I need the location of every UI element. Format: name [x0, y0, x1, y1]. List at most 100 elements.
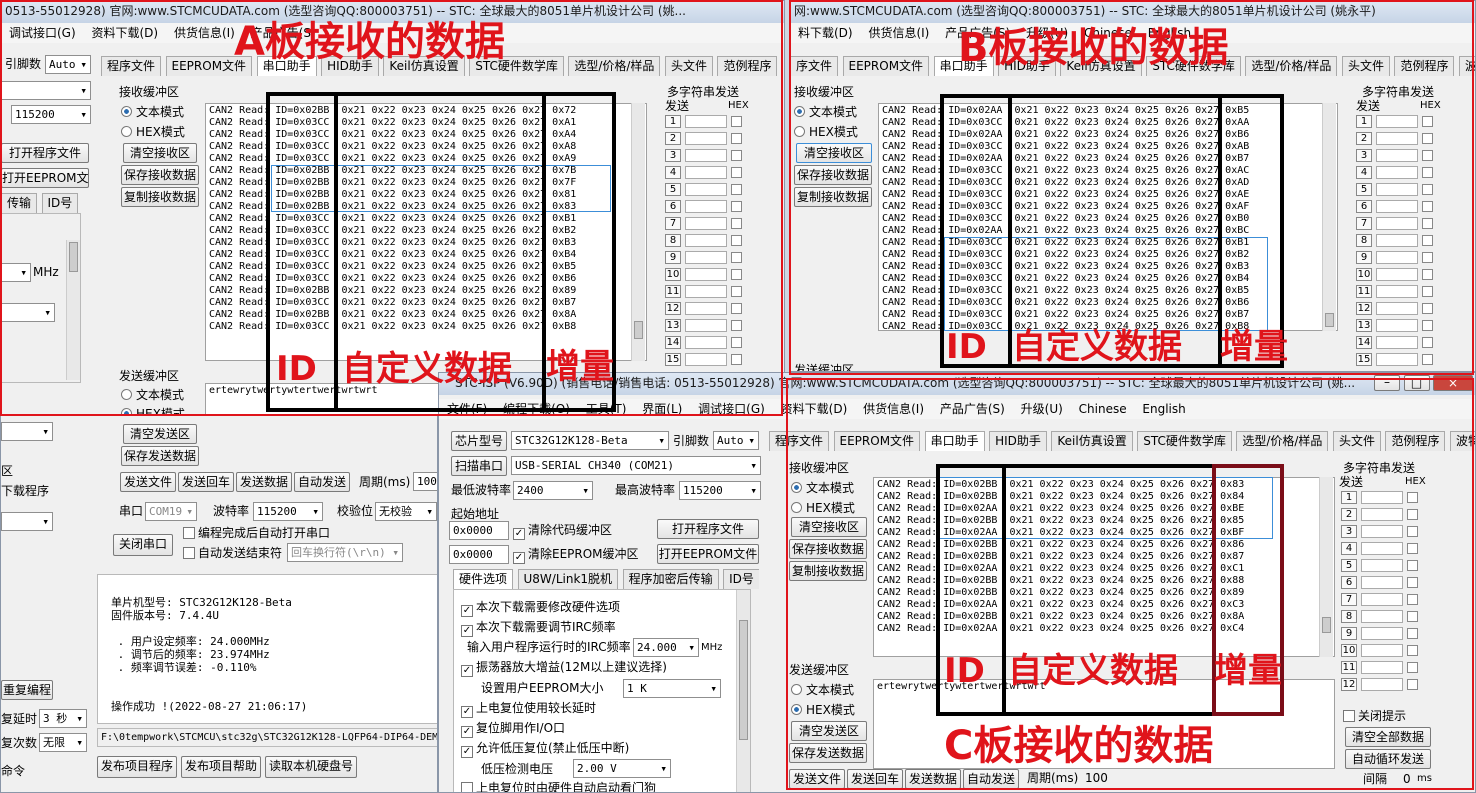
- auto-open-port-label: 编程完成后自动打开串口: [198, 526, 331, 540]
- com-port-select[interactable]: USB-SERIAL CH340 (COM21): [511, 456, 761, 475]
- info-line: [111, 622, 307, 635]
- hw-opt-watchdog[interactable]: 上电复位时由硬件自动启动看门狗: [461, 781, 657, 793]
- repeat-delay-label: 复延时: [1, 712, 38, 726]
- hw-opt-gain[interactable]: ✓ 振荡器放大增益(12M以上建议选择): [461, 660, 667, 677]
- send-return-button[interactable]: 发送回车: [178, 472, 234, 492]
- chip-model-select[interactable]: STC32G12K128-Beta: [511, 431, 669, 450]
- a-board-caption: A板接收的数据: [234, 19, 505, 65]
- hw-opt-irc[interactable]: ✓ 本次下载需要调节IRC频率: [461, 620, 616, 637]
- close-port-button[interactable]: 关闭串口: [113, 534, 173, 556]
- info-line: 单片机型号: STC32G12K128-Beta: [111, 596, 292, 609]
- scan-port-button[interactable]: 扫描串口: [451, 456, 507, 476]
- publish-program-button[interactable]: 发布项目程序: [97, 756, 177, 778]
- baud-label: 波特率: [213, 504, 250, 518]
- window-board-a-lower: 清空发送区 保存发送数据 发送文件 发送回车 发送数据 自动发送 周期(ms) …: [0, 416, 438, 793]
- info-line: . 频率调节误差: -0.110%: [111, 661, 257, 674]
- a-inc-caption: 增量: [546, 347, 614, 387]
- hw-tabs: 硬件选项 U8W/Link1脱机 程序加密后传输 ID号: [453, 569, 759, 589]
- c-custom-caption: 自定义数据: [1008, 651, 1178, 691]
- option-select-2[interactable]: [1, 512, 53, 531]
- low-voltage-label: 低压检测电压: [481, 762, 554, 776]
- parity-label: 校验位: [337, 504, 374, 518]
- low-voltage-select[interactable]: 2.00 V: [573, 759, 671, 778]
- hw-opt-delay-label: 上电复位使用较长延时: [476, 701, 597, 715]
- send-data-button[interactable]: 发送数据: [236, 472, 292, 492]
- hw-opt-irc-label: 本次下载需要调节IRC频率: [476, 620, 616, 634]
- pin-count-select[interactable]: Auto: [713, 431, 759, 450]
- c-id-caption: ID: [944, 651, 985, 691]
- hw-opt-lvr-label: 允许低压复位(禁止低压中断): [476, 741, 630, 755]
- chip-model-label: 芯片型号: [451, 431, 507, 451]
- hint-label: 区: [1, 464, 14, 478]
- start-address-label: 起始地址: [451, 507, 500, 521]
- option-select-1[interactable]: [1, 422, 53, 441]
- irc-freq-label: 输入用户程序运行时的IRC频率: [467, 640, 631, 654]
- a-custom-caption: 自定义数据: [342, 349, 512, 389]
- period-input[interactable]: 100: [413, 472, 437, 491]
- hw-opt-delay[interactable]: ✓ 上电复位使用较长延时: [461, 701, 596, 718]
- command-label: 命令: [1, 764, 26, 778]
- b-id-caption: ID: [946, 327, 987, 367]
- parity-select[interactable]: 无校验: [375, 502, 437, 521]
- auto-send-button[interactable]: 自动发送: [294, 472, 350, 492]
- end-char-select[interactable]: 回车换行符(\r\n): [287, 543, 403, 562]
- irc-freq-select[interactable]: 24.000: [633, 638, 699, 657]
- info-line: 固件版本号: 7.4.4U: [111, 609, 219, 622]
- save-send-button[interactable]: 保存发送数据: [121, 446, 199, 466]
- b-board-caption: B板接收的数据: [958, 25, 1229, 71]
- baud-select-serial[interactable]: 115200: [253, 502, 323, 521]
- info-line: . 调节后的频率: 23.974MHz: [111, 648, 270, 661]
- open-program-file-button[interactable]: 打开程序文件: [657, 519, 759, 539]
- info-line: . 用户设定频率: 24.000MHz: [111, 635, 270, 648]
- tab-u8w[interactable]: U8W/Link1脱机: [517, 569, 619, 589]
- hw-opt-reset-io-label: 复位脚用作I/O口: [476, 721, 566, 735]
- irc-mhz-label: MHz: [701, 642, 723, 653]
- eeprom-size-select[interactable]: 1 K: [623, 679, 721, 698]
- period-label: 周期(ms): [359, 475, 411, 489]
- hw-opt-gain-label: 振荡器放大增益(12M以上建议选择): [476, 660, 667, 674]
- max-baud-label: 最高波特率: [615, 483, 676, 497]
- tab-hardware-options[interactable]: 硬件选项: [453, 569, 514, 589]
- auto-send-end-checkbox[interactable]: 自动发送结束符: [183, 546, 282, 560]
- min-baud-label: 最低波特率: [451, 483, 512, 497]
- a-id-caption: ID: [276, 349, 317, 389]
- hw-opt-reset-io[interactable]: ✓ 复位脚用作I/O口: [461, 721, 565, 738]
- b-custom-caption: 自定义数据: [1012, 327, 1182, 367]
- hw-opt-modify[interactable]: ✓ 本次下载需要修改硬件选项: [461, 600, 620, 617]
- hw-options-scrollbar[interactable]: [736, 590, 750, 792]
- publish-help-button[interactable]: 发布项目帮助: [181, 756, 261, 778]
- eeprom-address-input[interactable]: 0x0000: [449, 545, 509, 564]
- b-inc-caption: 增量: [1220, 327, 1288, 367]
- min-baud-select[interactable]: 2400: [513, 481, 593, 500]
- repeat-delay-select[interactable]: 3 秒: [39, 709, 87, 728]
- pin-count-label: 引脚数: [673, 434, 710, 448]
- send-file-button[interactable]: 发送文件: [120, 472, 176, 492]
- repeat-count-label: 复次数: [1, 736, 38, 750]
- c-inc-caption: 增量: [1214, 651, 1282, 691]
- clear-eeprom-checkbox[interactable]: ✓ 清除EEPROM缓冲区: [513, 547, 639, 564]
- eeprom-size-label: 设置用户EEPROM大小: [481, 681, 604, 695]
- clear-send-button[interactable]: 清空发送区: [123, 424, 197, 444]
- code-address-input[interactable]: 0x0000: [449, 521, 509, 540]
- hw-opt-watchdog-label: 上电复位时由硬件自动启动看门狗: [476, 781, 657, 793]
- tab-encrypt[interactable]: 程序加密后传输: [622, 569, 719, 589]
- clear-eeprom-label: 清除EEPROM缓冲区: [528, 547, 639, 561]
- read-disk-id-button[interactable]: 读取本机硬盘号: [265, 756, 357, 778]
- c-board-caption: C板接收的数据: [944, 723, 1214, 769]
- max-baud-select[interactable]: 115200: [679, 481, 761, 500]
- clear-code-label: 清除代码缓冲区: [528, 523, 613, 537]
- auto-open-port-checkbox[interactable]: 编程完成后自动打开串口: [183, 526, 330, 540]
- project-path: F:\0tempwork\STCMCU\stc32g\STC32G12K128-…: [97, 728, 437, 747]
- hw-opt-lvr[interactable]: ✓ 允许低压复位(禁止低压中断): [461, 741, 629, 758]
- repeat-count-select[interactable]: 无限: [39, 733, 87, 752]
- repeat-program-button[interactable]: 重复编程: [1, 680, 53, 700]
- port-select-serial[interactable]: COM19: [145, 502, 197, 521]
- info-line: 操作成功 !(2022-08-27 21:06:17): [111, 700, 308, 713]
- info-line: [111, 674, 307, 687]
- hw-opt-modify-label: 本次下载需要修改硬件选项: [476, 600, 621, 614]
- clear-code-checkbox[interactable]: ✓ 清除代码缓冲区: [513, 523, 612, 540]
- info-text: 单片机型号: STC32G12K128-Beta 固件版本号: 7.4.4U . …: [111, 596, 307, 713]
- tab-id[interactable]: ID号: [723, 569, 759, 589]
- open-eeprom-file-button[interactable]: 打开EEPROM文件: [657, 544, 759, 564]
- download-program-label: 下载程序: [1, 484, 50, 498]
